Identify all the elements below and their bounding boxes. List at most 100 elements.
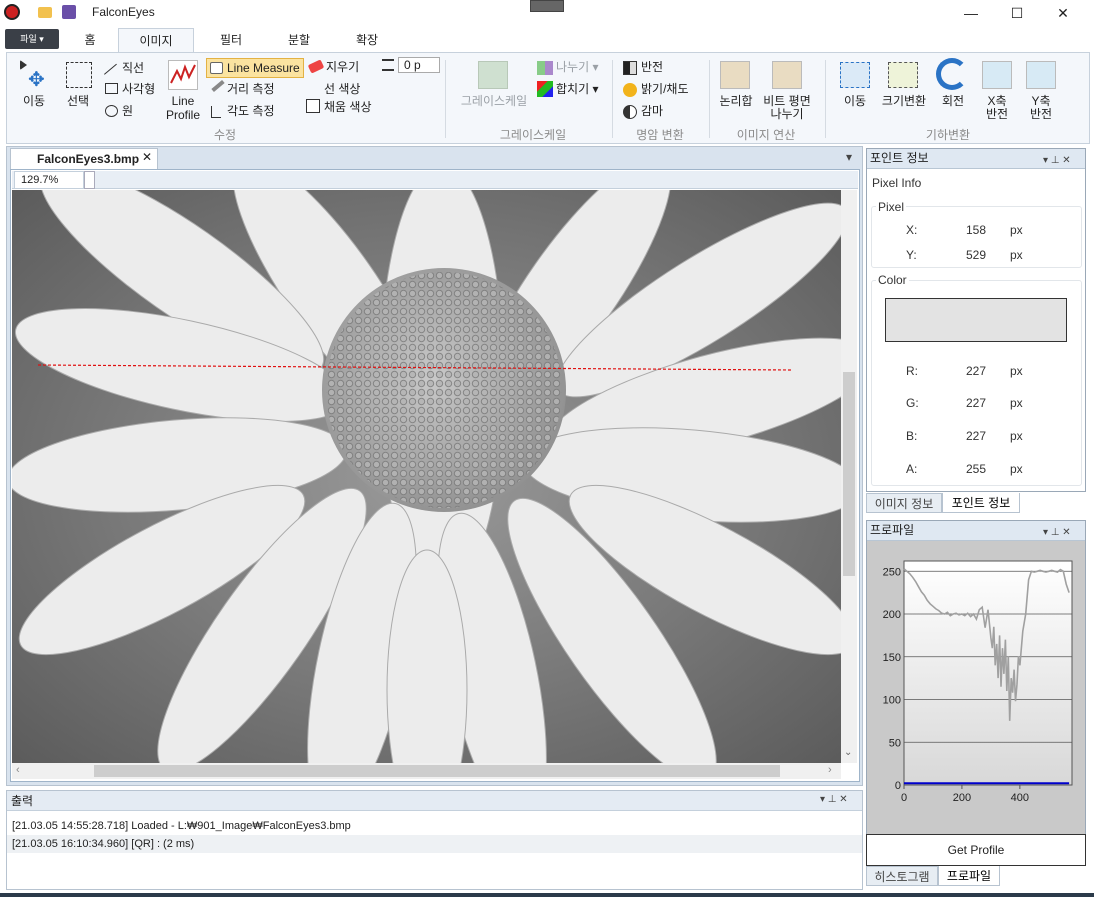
point-info-dock-controls[interactable]: ▾ ⊥ ✕ [1043,151,1071,170]
eraser-tool[interactable]: 지우기 [326,60,359,74]
output-header: 출력 [7,791,862,811]
contrast-group-label: 명암 변환 [636,128,684,142]
line-profile-label-2[interactable]: Profile [160,108,206,122]
line-profile-icon [168,60,198,90]
group-divider [445,60,446,138]
y-value: 529 [966,248,987,262]
scroll-right-icon[interactable]: › [828,764,832,776]
select-icon[interactable] [66,62,92,88]
flip-y-label-1[interactable]: Y축 [1022,94,1060,108]
merge-channels-button[interactable]: 합치기 ▾ [556,82,598,96]
line-profile-label-1[interactable]: Line [160,94,206,108]
image-ops-group-label: 이미지 연산 [736,128,796,142]
tab-segment[interactable]: 분할 [276,28,322,52]
logical-or-icon [720,61,750,89]
fill-color-button[interactable]: 채움 색상 [324,100,372,114]
tab-filter[interactable]: 필터 [208,28,254,52]
minimize-button[interactable]: — [948,2,994,26]
translate-button[interactable]: 이동 [836,94,874,108]
x-unit: px [1010,223,1023,237]
plot-area [903,560,1073,786]
file-menu-button[interactable]: 파일 ▾ [5,29,59,49]
move-tool-label: 이동 [22,94,46,108]
circle-tool[interactable]: 원 [122,104,133,118]
line-width-select[interactable]: 0 p [398,57,440,73]
a-unit: px [1010,462,1023,476]
tab-histogram[interactable]: 히스토그램 [866,866,938,886]
group-divider [825,60,826,138]
rectangle-icon [105,83,118,94]
output-dock-controls[interactable]: ▾ ⊥ ✕ [820,794,848,805]
line-tool[interactable]: 직선 [122,61,144,75]
g-value: 227 [966,396,987,410]
maximize-button[interactable]: ☐ [994,2,1040,26]
document-tab-close-button[interactable]: ✕ [142,150,152,164]
log-line: [21.03.05 14:55:28.718] Loaded - L:₩901_… [12,820,351,832]
x-value: 158 [966,223,987,237]
vertical-scroll-thumb[interactable] [843,372,855,576]
angle-measure-tool[interactable]: 각도 측정 [227,104,275,118]
translate-icon [840,62,870,88]
output-panel: 출력 [21.03.05 14:55:28.718] Loaded - L:₩9… [6,790,863,890]
profile-chart: 0 50 100 150 200 250 0 200 400 [883,560,1073,804]
color-group-label: Color [876,273,909,287]
x-tick-label: 200 [953,792,971,804]
image-canvas[interactable] [12,190,841,763]
bitplane-label-2[interactable]: 나누기 [757,107,817,121]
zoom-bar[interactable] [12,171,858,189]
open-folder-icon[interactable] [38,7,52,18]
document-tab[interactable]: FalconEyes3.bmp [10,148,158,169]
distance-measure-tool[interactable]: 거리 측정 [227,82,275,96]
tab-extension[interactable]: 확장 [344,28,390,52]
grayscale-button[interactable]: 그레이스케일 [456,94,532,108]
r-value: 227 [966,364,987,378]
split-icon [537,61,553,75]
get-profile-button[interactable]: Get Profile [866,834,1086,866]
output-title: 출력 [11,794,34,808]
rectangle-tool[interactable]: 사각형 [122,82,155,96]
horizontal-scroll-thumb[interactable] [94,765,780,777]
tab-image-info[interactable]: 이미지 정보 [866,493,942,513]
profile-dock-controls[interactable]: ▾ ⊥ ✕ [1043,523,1071,542]
save-icon[interactable] [62,5,76,19]
close-button[interactable]: ✕ [1040,2,1086,26]
edit-group-label: 수정 [213,128,237,142]
line-measure-button[interactable]: Line Measure [206,58,304,78]
rotate-button[interactable]: 회전 [934,94,972,108]
r-unit: px [1010,364,1023,378]
select-tool-label[interactable]: 선택 [62,94,94,108]
split-channels-button[interactable]: 나누기 ▾ [556,60,598,74]
resize-button[interactable]: 크기변환 [876,94,932,108]
flip-y-label-2[interactable]: 반전 [1022,107,1060,121]
pixel-group-label: Pixel [876,200,907,214]
invert-button[interactable]: 반전 [641,60,663,74]
tab-point-info[interactable]: 포인트 정보 [942,493,1020,513]
move-tool-button[interactable]: ✥ [20,60,48,90]
point-info-title: 포인트 정보 [870,151,929,165]
line-color-button[interactable]: 선 색상 [324,82,360,96]
logical-or-button[interactable]: 논리합 [713,94,759,108]
tab-profile[interactable]: 프로파일 [938,866,1000,886]
scroll-left-icon[interactable]: ‹ [16,764,20,776]
flip-x-label-2[interactable]: 반전 [978,107,1016,121]
bitplane-label-1[interactable]: 비트 평면 [757,94,817,108]
window-title: FalconEyes [92,5,155,19]
document-list-menu[interactable]: ▾ [846,150,852,164]
a-label: A: [906,462,918,476]
window-grip[interactable] [530,0,564,12]
invert-icon [623,61,637,75]
b-label: B: [906,429,918,443]
color-swatch [885,298,1067,342]
g-unit: px [1010,396,1023,410]
brightness-button[interactable]: 밝기/채도 [641,82,689,96]
tab-image[interactable]: 이미지 [118,28,194,52]
scroll-down-icon[interactable]: ⌄ [844,747,852,758]
zoom-level: 129.7% [14,171,84,189]
tab-home[interactable]: 홈 [70,28,110,52]
pixel-info-heading: Pixel Info [872,176,922,190]
move-arrows-icon: ✥ [28,69,45,91]
gamma-button[interactable]: 감마 [641,104,663,118]
r-label: R: [906,364,918,378]
flip-x-label-1[interactable]: X축 [978,94,1016,108]
zoom-slider-thumb[interactable] [84,171,95,189]
